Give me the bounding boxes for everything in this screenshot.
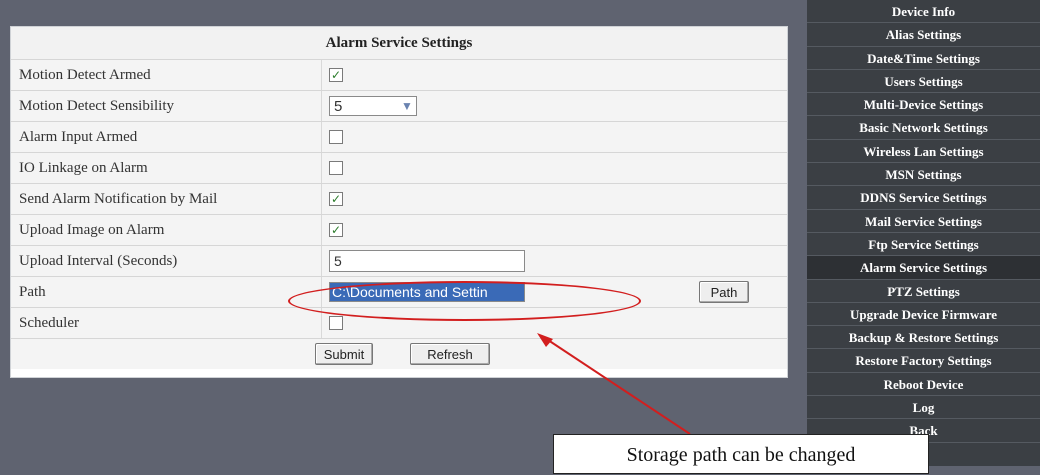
- annotation-callout: Storage path can be changed: [553, 434, 929, 474]
- annotation-arrow: [537, 333, 691, 435]
